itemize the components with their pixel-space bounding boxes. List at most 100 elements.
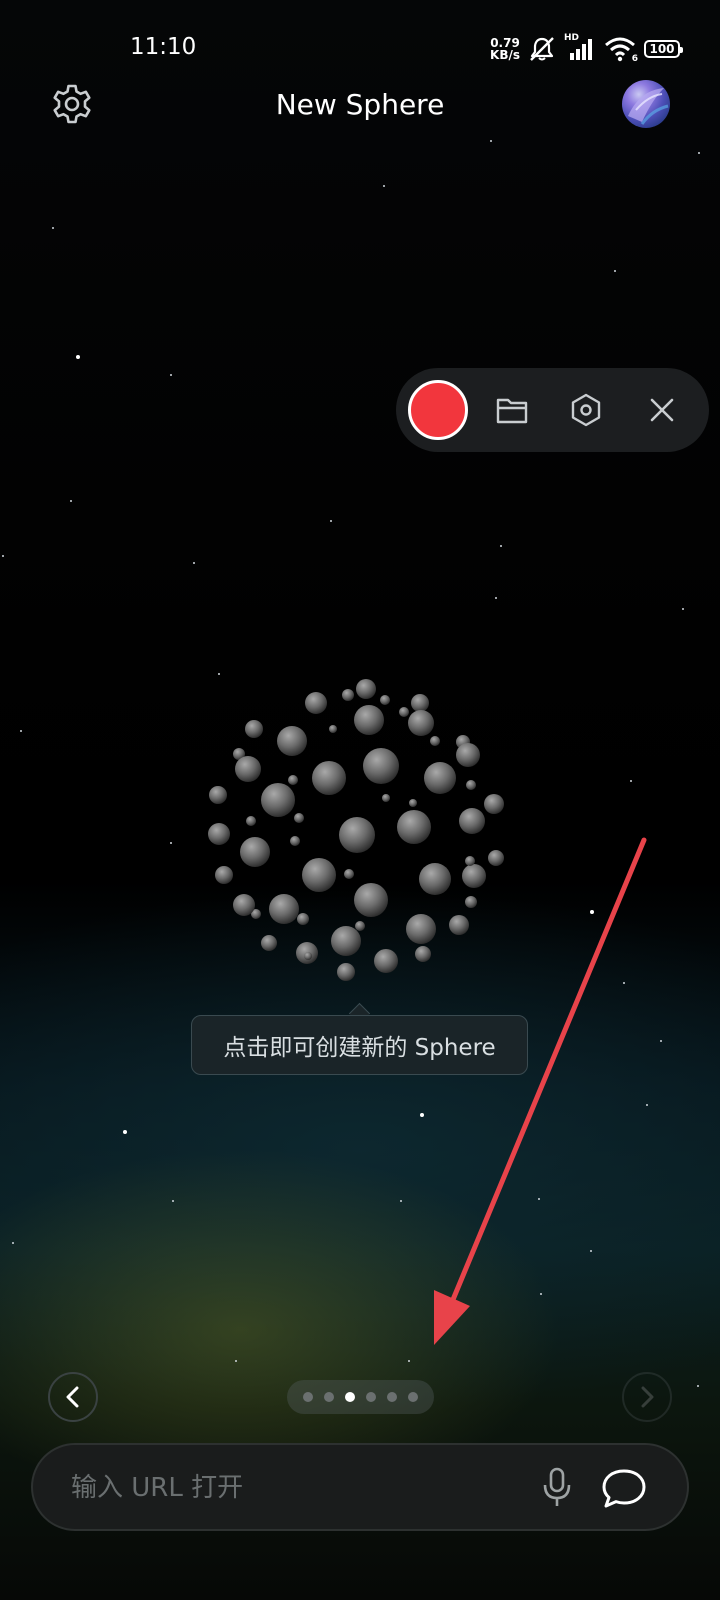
star	[682, 608, 684, 610]
sphere-ball	[449, 915, 469, 935]
folder-icon	[496, 398, 528, 424]
sphere-ball	[312, 761, 346, 795]
star	[660, 1040, 662, 1042]
sphere-ball	[456, 743, 480, 767]
sphere-ball	[488, 850, 504, 866]
sphere-ball	[397, 810, 431, 844]
wifi-icon: 6	[604, 36, 638, 64]
star	[590, 910, 594, 914]
star	[408, 1360, 410, 1362]
sphere-ball	[294, 813, 304, 823]
star	[172, 1200, 174, 1202]
capture-settings-button[interactable]	[566, 390, 606, 430]
sphere-ball	[465, 896, 477, 908]
url-input[interactable]	[69, 1465, 523, 1511]
close-recorder-button[interactable]	[642, 390, 682, 430]
star	[495, 597, 497, 599]
sphere-ball	[408, 710, 434, 736]
page-dot[interactable]	[345, 1392, 355, 1402]
sphere-ball	[209, 786, 227, 804]
star	[697, 1385, 699, 1387]
chevron-left-icon	[66, 1386, 79, 1408]
star	[218, 673, 220, 675]
star	[646, 1104, 648, 1106]
star	[76, 355, 80, 359]
chat-button[interactable]	[599, 1463, 649, 1513]
page-dot[interactable]	[408, 1392, 418, 1402]
sphere-ball	[261, 783, 295, 817]
sphere-ball	[297, 913, 309, 925]
network-speed: 0.79 KB/s	[490, 37, 520, 61]
page-indicator[interactable]	[287, 1380, 434, 1414]
star	[330, 520, 332, 522]
battery-level: 100	[649, 42, 675, 56]
sphere-ball	[337, 963, 355, 981]
star	[538, 1198, 540, 1200]
avatar[interactable]	[622, 80, 670, 128]
status-icons: 0.79 KB/s HD 6 100	[490, 33, 683, 64]
sphere-ball	[246, 816, 256, 826]
sphere-ball	[304, 952, 312, 960]
sphere-ball	[374, 949, 398, 973]
star	[540, 1293, 542, 1295]
sphere-ball	[419, 863, 451, 895]
star	[420, 1113, 424, 1117]
sphere-ball	[430, 736, 440, 746]
new-sphere-button[interactable]	[206, 676, 516, 996]
star	[698, 152, 700, 154]
hd-label: HD	[564, 33, 580, 43]
close-icon	[650, 398, 674, 422]
sphere-ball	[406, 914, 436, 944]
page-dot[interactable]	[324, 1392, 334, 1402]
muted-bell-icon	[528, 36, 556, 62]
sphere-ball	[331, 926, 361, 956]
sphere-ball	[409, 799, 417, 807]
sphere-ball	[305, 692, 327, 714]
prev-page-button[interactable]	[48, 1372, 98, 1422]
page-title: New Sphere	[275, 88, 445, 121]
star	[170, 842, 172, 844]
sphere-ball	[354, 705, 384, 735]
sphere-ball	[208, 823, 230, 845]
star	[490, 140, 492, 142]
cellular-signal-icon: HD	[564, 33, 596, 61]
sphere-ball	[288, 775, 298, 785]
sphere-ball	[344, 869, 354, 879]
record-button[interactable]	[408, 380, 468, 440]
sphere-ball	[269, 894, 299, 924]
user-avatar-image	[628, 88, 669, 125]
url-bar	[31, 1443, 689, 1531]
status-time: 11:10	[130, 34, 197, 60]
sphere-ball	[462, 864, 486, 888]
sphere-ball	[342, 689, 354, 701]
sphere-ball	[465, 856, 475, 866]
status-bar: 11:10 0.79 KB/s HD 6 100	[0, 0, 720, 90]
star	[2, 555, 4, 557]
sphere-ball	[240, 837, 270, 867]
star	[500, 545, 502, 547]
star	[70, 500, 72, 502]
sphere-ball	[277, 726, 307, 756]
microphone-icon	[543, 1467, 571, 1506]
page-dot[interactable]	[387, 1392, 397, 1402]
wifi-6-label: 6	[631, 54, 638, 64]
next-page-button[interactable]	[622, 1372, 672, 1422]
sphere-ball	[424, 762, 456, 794]
star	[614, 270, 616, 272]
folder-button[interactable]	[492, 390, 532, 430]
star	[12, 1242, 14, 1244]
sphere-ball	[339, 817, 375, 853]
star	[400, 1200, 402, 1202]
sphere-ball	[399, 707, 409, 717]
sphere-ball	[245, 720, 263, 738]
sphere-ball	[233, 894, 255, 916]
chevron-right-icon	[641, 1386, 654, 1408]
star	[383, 185, 385, 187]
sphere-ball	[415, 946, 431, 962]
voice-input-button[interactable]	[535, 1465, 579, 1511]
sphere-ball	[235, 756, 261, 782]
page-dot[interactable]	[366, 1392, 376, 1402]
star	[623, 982, 625, 984]
page-dot[interactable]	[303, 1392, 313, 1402]
sphere-ball	[363, 748, 399, 784]
